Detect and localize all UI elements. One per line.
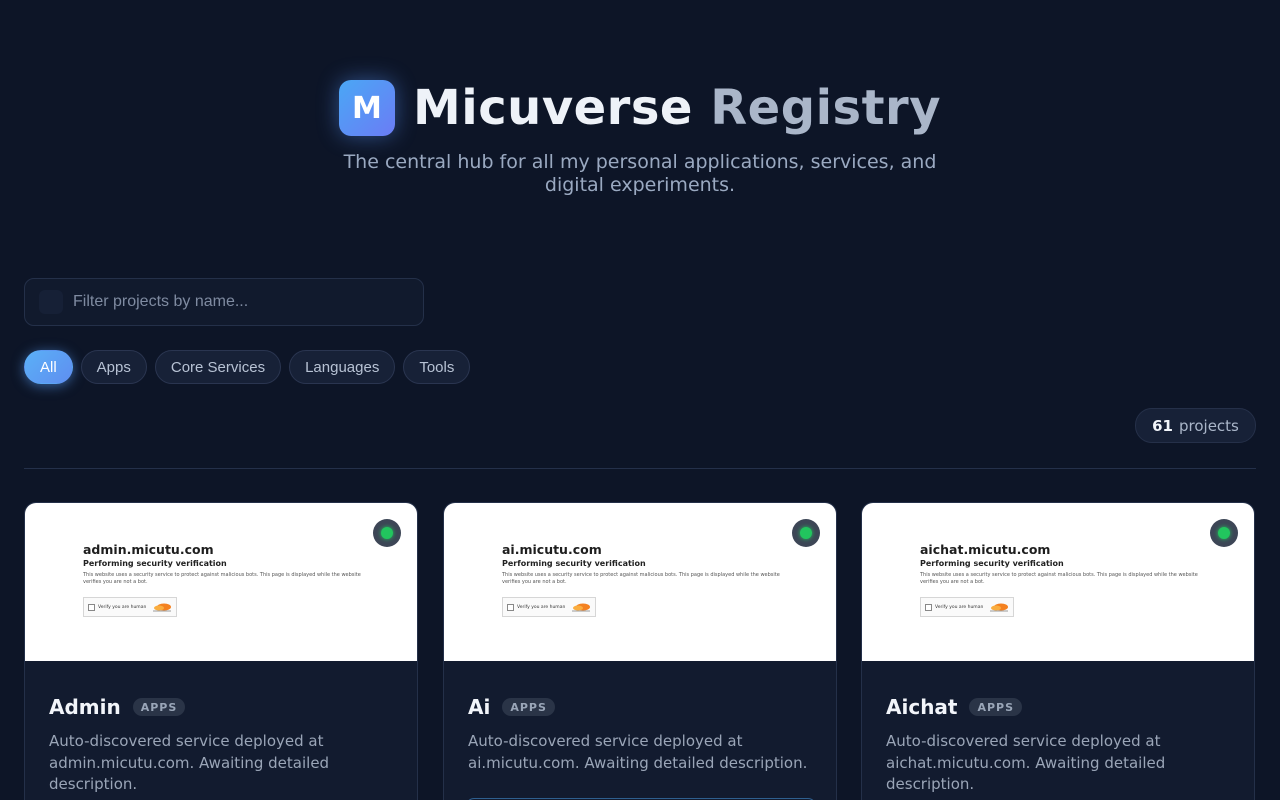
filter-tools[interactable]: Tools (403, 350, 471, 384)
filter-languages[interactable]: Languages (289, 350, 396, 384)
search-box[interactable] (24, 278, 424, 326)
divider (24, 468, 1256, 469)
checkbox-icon (925, 604, 932, 611)
card-preview: admin.micutu.com Performing security ver… (25, 503, 417, 661)
filter-label: All (40, 358, 57, 376)
status-online-icon (381, 527, 393, 539)
filter-label: Languages (305, 358, 380, 376)
cloud-logo-icon (153, 603, 171, 612)
registry-page: M Micuverse Registry The central hub for… (0, 0, 1280, 800)
card-name-row: Ai APPS (468, 693, 814, 721)
preview-host: ai.micutu.com (502, 542, 602, 557)
preview-host: admin.micutu.com (83, 542, 214, 557)
filter-all[interactable]: All (24, 350, 73, 384)
project-count-badge: 61 projects (1135, 408, 1256, 443)
card-title: Ai (468, 695, 491, 719)
cloud-logo-icon (990, 603, 1008, 612)
page-subtitle: The central hub for all my personal appl… (343, 151, 937, 196)
logo-letter: M (352, 90, 382, 126)
search-icon (39, 290, 63, 314)
preview-verify-widget: Verify you are human (502, 597, 596, 617)
card-title: Aichat (886, 695, 958, 719)
project-card-aichat[interactable]: aichat.micutu.com Performing security ve… (861, 502, 1255, 800)
preview-text: This website uses a security service to … (83, 572, 361, 585)
card-description: Auto-discovered service deployed at ai.m… (468, 732, 808, 772)
card-name-row: Aichat APPS (886, 693, 1232, 721)
category-badge: APPS (502, 698, 555, 716)
filter-core-services[interactable]: Core Services (154, 350, 282, 384)
category-badge: APPS (969, 698, 1023, 716)
preview-text: This website uses a security service to … (502, 572, 780, 585)
checkbox-icon (88, 604, 95, 611)
card-description: Auto-discovered service deployed at admi… (49, 732, 330, 793)
project-count-label: projects (1178, 416, 1239, 435)
preview-subtitle: Performing security verification (920, 559, 1064, 568)
card-body: Aichat APPS Auto-discovered service depl… (886, 693, 1232, 796)
page-title: Micuverse Registry (413, 80, 941, 136)
filter-label: Core Services (170, 358, 266, 376)
card-description: Auto-discovered service deployed at aich… (886, 732, 1166, 793)
status-indicator (373, 519, 401, 547)
preview-subtitle: Performing security verification (502, 559, 646, 568)
project-count-number: 61 (1152, 416, 1173, 435)
card-body: Admin APPS Auto-discovered service deplo… (49, 693, 395, 796)
filter-label: Tools (419, 358, 455, 376)
status-online-icon (1218, 527, 1230, 539)
brand-header: M Micuverse Registry (0, 80, 1280, 136)
project-card-admin[interactable]: admin.micutu.com Performing security ver… (24, 502, 418, 800)
filter-pills: All Apps Core Services Languages Tools (24, 350, 471, 384)
preview-text: This website uses a security service to … (920, 572, 1198, 585)
preview-verify-widget: Verify you are human (920, 597, 1014, 617)
category-badge: APPS (132, 698, 186, 716)
card-title: Admin (49, 695, 121, 719)
checkbox-icon (507, 604, 514, 611)
preview-subtitle: Performing security verification (83, 559, 227, 568)
filter-apps[interactable]: Apps (80, 350, 147, 384)
preview-host: aichat.micutu.com (920, 542, 1051, 557)
project-card-ai[interactable]: ai.micutu.com Performing security verifi… (443, 502, 837, 800)
card-name-row: Admin APPS (49, 693, 395, 721)
filter-label: Apps (96, 358, 131, 376)
status-online-icon (800, 527, 812, 539)
card-body: Ai APPS Auto-discovered service deployed… (468, 693, 814, 774)
preview-verify-widget: Verify you are human (83, 597, 177, 617)
title-main: Micuverse (412, 80, 693, 136)
title-accent: Registry (710, 80, 941, 136)
verify-label: Verify you are human (935, 605, 984, 610)
card-preview: ai.micutu.com Performing security verifi… (444, 503, 836, 661)
verify-label: Verify you are human (98, 605, 147, 610)
status-indicator (1210, 519, 1238, 547)
status-indicator (792, 519, 820, 547)
logo: M (338, 80, 395, 136)
cloud-logo-icon (572, 603, 590, 612)
verify-label: Verify you are human (517, 605, 566, 610)
card-preview: aichat.micutu.com Performing security ve… (862, 503, 1254, 661)
search-input[interactable] (73, 279, 413, 325)
